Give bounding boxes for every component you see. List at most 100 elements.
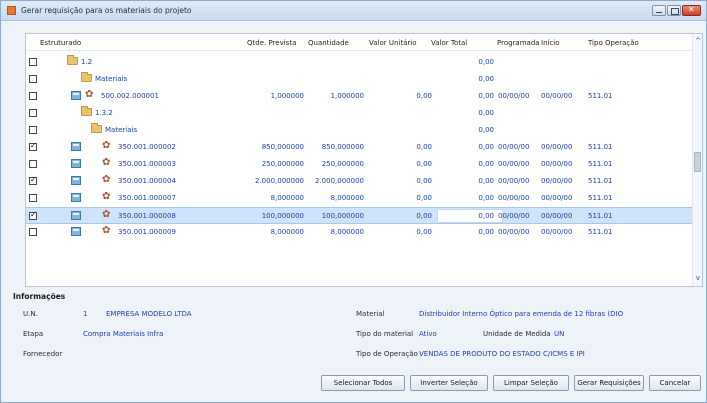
row-qtde-prevista: 8,000000 xyxy=(270,228,304,236)
row-checkbox[interactable] xyxy=(29,75,37,83)
unidade-medida-value: UN xyxy=(554,330,565,338)
row-quantidade: 2.000,000000 xyxy=(315,177,364,185)
row-valor-total: 0,00 xyxy=(478,194,494,202)
scroll-down-icon[interactable]: v xyxy=(694,274,702,282)
col-estruturado[interactable]: Estruturado xyxy=(40,39,81,47)
row-checkbox[interactable] xyxy=(29,92,37,100)
limpar-selecao-button[interactable]: Limpar Seleção xyxy=(493,375,569,391)
info-panel: Informações U.N. 1 EMPRESA MODELO LTDA E… xyxy=(13,289,703,367)
col-tipo-operacao[interactable]: Tipo Operação xyxy=(588,39,639,47)
gerar-requisicoes-button[interactable]: Gerar Requisições xyxy=(574,375,644,391)
table-row[interactable]: Materiais 0,00 xyxy=(26,71,692,88)
row-programada: 00/00/00 xyxy=(498,160,530,168)
product-icon: ✿ xyxy=(102,174,111,185)
row-valor-unitario: 0,00 xyxy=(416,160,432,168)
row-programada: 00/00/00 xyxy=(498,194,530,202)
un-name: EMPRESA MODELO LTDA xyxy=(106,310,192,318)
calculator-icon[interactable] xyxy=(71,142,81,151)
row-tipo-operacao: 511.01 xyxy=(588,212,613,220)
row-valor-unitario: 0,00 xyxy=(416,194,432,202)
row-programada: 00/00/00 xyxy=(498,177,530,185)
calculator-icon[interactable] xyxy=(71,176,81,185)
calculator-icon[interactable] xyxy=(71,227,81,236)
row-inicio: 00/00/00 xyxy=(541,212,573,220)
col-valor-unitario[interactable]: Valor Unitário xyxy=(369,39,417,47)
table-row[interactable]: ✿ 350.001.000003 250,000000 250,000000 0,00 0… xyxy=(26,156,692,173)
row-checkbox[interactable] xyxy=(29,210,37,220)
table-row[interactable]: Materiais 0,00 xyxy=(26,122,692,139)
maximize-button[interactable] xyxy=(667,5,681,16)
row-tipo-operacao: 511.01 xyxy=(588,92,613,100)
col-programada[interactable]: Programada xyxy=(497,39,540,47)
row-qtde-prevista: 2.000,000000 xyxy=(255,177,304,185)
row-inicio: 00/00/00 xyxy=(541,160,573,168)
scroll-up-icon[interactable]: ^ xyxy=(694,37,702,45)
product-icon: ✿ xyxy=(102,209,111,220)
row-checkbox[interactable] xyxy=(29,175,37,185)
unidade-medida-label: Unidade de Medida xyxy=(483,330,551,338)
row-checkbox[interactable] xyxy=(29,109,37,117)
calculator-icon[interactable] xyxy=(71,211,81,220)
vertical-scrollbar[interactable]: ^ v xyxy=(692,34,702,286)
row-checkbox[interactable] xyxy=(29,126,37,134)
row-code: Materiais xyxy=(95,75,128,83)
product-icon: ✿ xyxy=(85,89,94,100)
product-icon: ✿ xyxy=(102,191,111,202)
col-qtde-prevista[interactable]: Qtde. Prevista xyxy=(247,39,296,47)
calculator-icon[interactable] xyxy=(71,91,81,100)
row-code: 350.001.000003 xyxy=(118,160,176,168)
scroll-thumb[interactable] xyxy=(694,152,701,172)
row-valor-total: 0,00 xyxy=(478,92,494,100)
table-row[interactable]: ✿ 350.001.000008 100,000000 100,000000 0,00 0… xyxy=(26,207,692,224)
product-icon: ✿ xyxy=(102,225,111,236)
etapa-label: Etapa xyxy=(23,330,44,338)
table-row[interactable]: ✿ 350.001.000004 2.000,000000 2.000,000000 0… xyxy=(26,173,692,190)
col-valor-total[interactable]: Valor Total xyxy=(431,39,467,47)
row-programada: 00/00/00 xyxy=(498,143,530,151)
cancelar-button[interactable]: Cancelar xyxy=(649,375,701,391)
row-code: 350.001.000004 xyxy=(118,177,176,185)
row-valor-total: 0,00 xyxy=(478,160,494,168)
close-button[interactable]: ✕ xyxy=(682,5,701,16)
row-checkbox[interactable] xyxy=(29,228,37,236)
table-row[interactable]: ✿ 500.002.000001 1,000000 1,000000 0,00 0,00 0… xyxy=(26,88,692,105)
table-row[interactable]: ✿ 350.001.000007 8,000000 8,000000 0,00 0,00 0… xyxy=(26,190,692,207)
row-programada: 00/00/00 xyxy=(498,212,530,220)
table-row[interactable]: ✿ 350.001.000002 850,000000 850,000000 0,00 0… xyxy=(26,139,692,156)
row-code: 1.2 xyxy=(81,58,93,66)
table-row[interactable]: ✿ 350.001.000009 8,000000 8,000000 0,00 0,00 0… xyxy=(26,224,692,241)
product-icon: ✿ xyxy=(102,157,111,168)
row-qtde-prevista: 850,000000 xyxy=(261,143,304,151)
tipo-material-label: Tipo do material xyxy=(356,330,414,338)
inverter-selecao-button[interactable]: Inverter Seleção xyxy=(410,375,488,391)
title-bar[interactable]: Gerar requisição para os materiais do pr… xyxy=(1,1,706,21)
row-inicio: 00/00/00 xyxy=(541,194,573,202)
row-valor-total: 0,00 xyxy=(478,58,494,66)
table-row[interactable]: 1.3.2 0,00 xyxy=(26,105,692,122)
row-valor-unitario: 0,00 xyxy=(416,92,432,100)
row-qtde-prevista: 250,000000 xyxy=(261,160,304,168)
row-checkbox[interactable] xyxy=(29,141,37,151)
row-checkbox[interactable] xyxy=(29,58,37,66)
row-valor-total: 0,00 xyxy=(478,212,494,220)
row-valor-total: 0,00 xyxy=(478,143,494,151)
row-programada: 00/00/00 xyxy=(498,92,530,100)
row-inicio: 00/00/00 xyxy=(541,228,573,236)
row-checkbox[interactable] xyxy=(29,160,37,168)
calculator-icon[interactable] xyxy=(71,193,81,202)
col-quantidade[interactable]: Quantidade xyxy=(308,39,349,47)
row-code: 350.001.000008 xyxy=(118,212,176,220)
materials-grid[interactable]: Estruturado Qtde. Prevista Quantidade Va… xyxy=(25,33,703,287)
row-qtde-prevista: 1,000000 xyxy=(270,92,304,100)
row-tipo-operacao: 511.01 xyxy=(588,160,613,168)
col-inicio[interactable]: Início xyxy=(541,39,560,47)
row-checkbox[interactable] xyxy=(29,194,37,202)
button-bar: Selecionar Todos Inverter Seleção Limpar… xyxy=(1,372,706,402)
dialog-window: Gerar requisição para os materiais do pr… xyxy=(0,0,707,403)
selecionar-todos-button[interactable]: Selecionar Todos xyxy=(321,375,405,391)
table-row[interactable]: 1.2 0,00 xyxy=(26,54,692,71)
calculator-icon[interactable] xyxy=(71,159,81,168)
row-inicio: 00/00/00 xyxy=(541,177,573,185)
minimize-button[interactable] xyxy=(652,5,666,16)
tipo-operacao-label: Tipo de Operação xyxy=(356,350,418,358)
